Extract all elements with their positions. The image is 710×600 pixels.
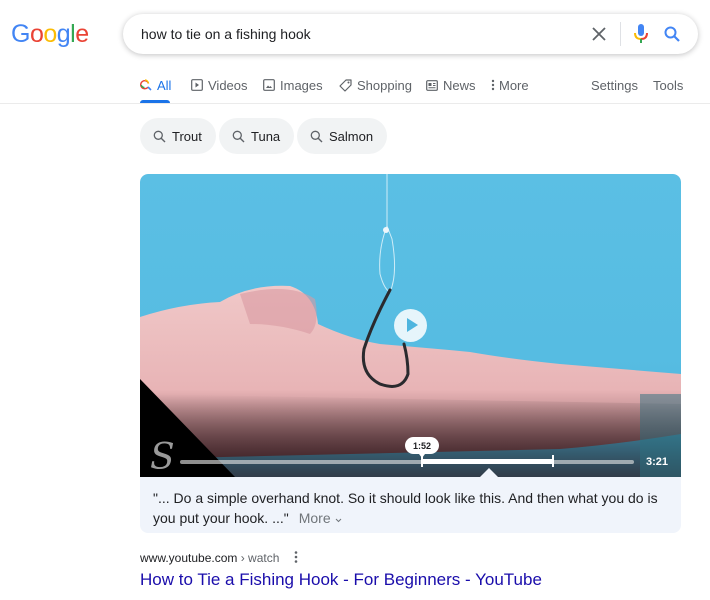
search-input[interactable] [141, 14, 561, 54]
video-progress-bar[interactable] [180, 460, 634, 464]
logo-letter: o [43, 20, 57, 48]
related-chip-tuna[interactable]: Tuna [219, 118, 295, 154]
search-box [123, 14, 698, 54]
tab-label: Images [280, 77, 323, 93]
tab-label: More [499, 77, 529, 93]
tools-link[interactable]: Tools [653, 76, 683, 94]
logo-letter: G [11, 20, 30, 48]
chip-label: Salmon [329, 128, 374, 144]
settings-label: Settings [591, 77, 638, 93]
play-button[interactable] [394, 309, 427, 342]
image-icon [263, 79, 275, 91]
more-vert-icon [491, 79, 495, 91]
search-divider [620, 22, 621, 46]
search-icon [140, 79, 152, 91]
tab-images[interactable]: Images [263, 76, 323, 94]
chevron-down-icon [335, 518, 341, 523]
tab-label: Shopping [357, 77, 412, 93]
search-icon [232, 130, 245, 142]
search-tabs: All Videos Images Shopping News More Set… [0, 70, 710, 104]
logo-letter: e [75, 20, 89, 48]
transcript-snippet: "... Do a simple overhand knot. So it sh… [153, 488, 673, 528]
video-icon [191, 79, 203, 91]
tab-news[interactable]: News [426, 76, 476, 94]
transcript-text: "... Do a simple overhand knot. So it sh… [153, 490, 658, 526]
mic-icon[interactable] [632, 23, 650, 45]
video-duration: 3:21 [645, 456, 668, 468]
tab-label: News [443, 77, 476, 93]
svg-text:S: S [150, 437, 175, 477]
chip-label: Trout [172, 128, 202, 144]
tab-label: All [157, 77, 172, 93]
search-icon[interactable] [663, 25, 681, 43]
chip-label: Tuna [251, 128, 281, 144]
more-vert-icon[interactable] [292, 550, 300, 564]
key-moment-segment[interactable] [422, 459, 553, 464]
more-label: More [298, 510, 331, 526]
settings-link[interactable]: Settings [591, 76, 638, 94]
search-icon [310, 130, 323, 142]
video-thumbnail[interactable]: S 1:52 3:21 [140, 174, 681, 477]
tab-more[interactable]: More [491, 76, 529, 94]
result-path: › watch [237, 551, 280, 565]
active-tab-indicator [140, 100, 170, 103]
result-url: www.youtube.com › watch [140, 551, 279, 565]
related-chip-trout[interactable]: Trout [140, 118, 216, 154]
video-result-card: S 1:52 3:21 "... Do a simple overhand kn… [140, 174, 681, 533]
search-icon [153, 130, 166, 142]
current-time-bubble: 1:52 [405, 437, 439, 458]
result-domain: www.youtube.com [140, 551, 238, 565]
tab-all[interactable]: All [140, 76, 171, 94]
tools-label: Tools [653, 77, 684, 93]
tab-shopping[interactable]: Shopping [339, 76, 412, 94]
tab-videos[interactable]: Videos [191, 76, 248, 94]
logo-letter: g [56, 20, 71, 48]
logo-letter: o [29, 20, 44, 48]
clear-icon[interactable] [590, 25, 608, 43]
news-icon [426, 79, 438, 91]
related-chip-salmon[interactable]: Salmon [297, 118, 388, 154]
segment-end-tick [552, 455, 554, 467]
tab-label: Videos [208, 77, 248, 93]
result-title-link[interactable]: How to Tie a Fishing Hook - For Beginner… [140, 570, 542, 590]
more-toggle[interactable]: More [299, 510, 342, 526]
google-logo[interactable]: Google [11, 20, 89, 49]
tag-icon [339, 78, 352, 92]
segment-pointer [480, 468, 498, 477]
